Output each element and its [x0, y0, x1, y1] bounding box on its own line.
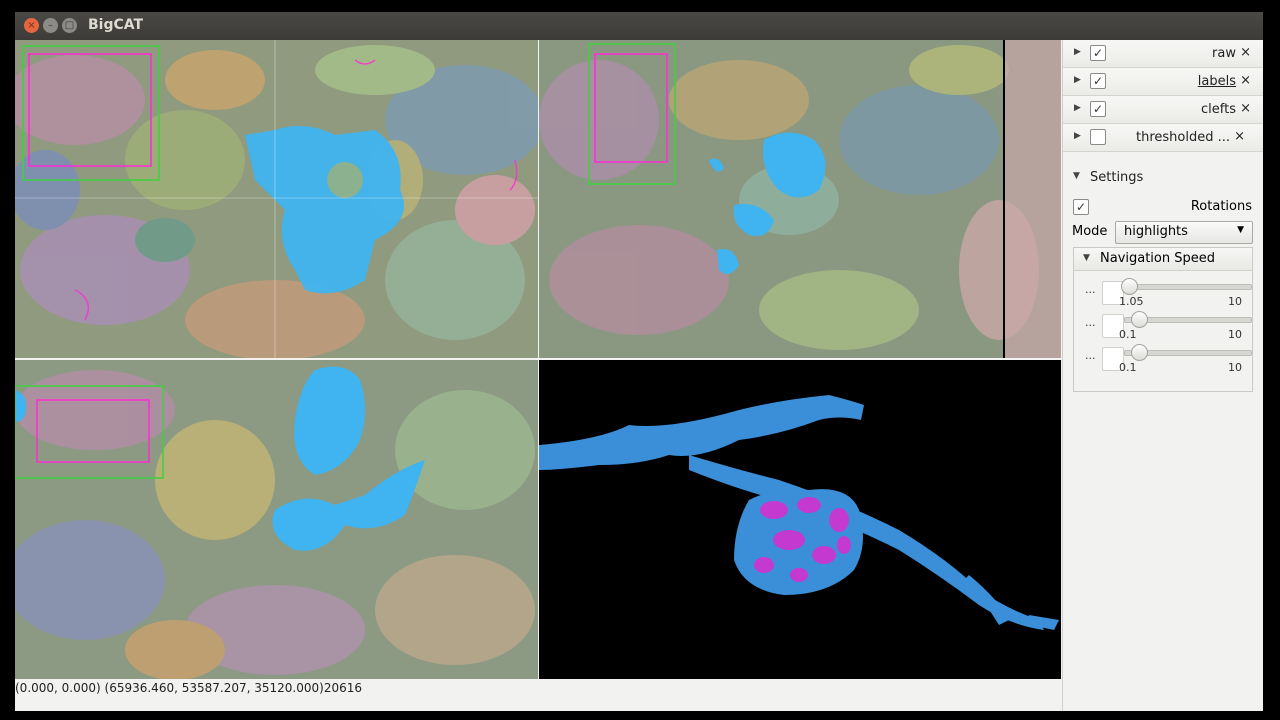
- window-maximize-button[interactable]: □: [62, 18, 77, 33]
- expand-arrow-icon[interactable]: ▶: [1074, 103, 1081, 113]
- slider-thumb[interactable]: [1131, 311, 1148, 328]
- xz-slice-viewer[interactable]: [539, 40, 1061, 358]
- layer-visibility-checkbox[interactable]: [1090, 129, 1106, 145]
- layer-visibility-checkbox[interactable]: ✓: [1090, 73, 1106, 89]
- more-options-icon[interactable]: ···: [1085, 319, 1096, 332]
- remove-layer-icon[interactable]: ×: [1234, 129, 1245, 144]
- window-close-button[interactable]: ×: [24, 18, 39, 33]
- layer-visibility-checkbox[interactable]: ✓: [1090, 45, 1106, 61]
- navigation-speed-panel: ▼ Navigation Speed ··· 1.05 10 ··· 0.1 1…: [1073, 247, 1253, 392]
- title-bar: × – □ BigCAT: [15, 12, 1263, 40]
- speed-slider-row: ··· 0.1 10: [1074, 309, 1252, 341]
- layer-visibility-checkbox[interactable]: ✓: [1090, 101, 1106, 117]
- layer-name: thresholded ...: [1135, 130, 1230, 145]
- slider-min-label: 0.1: [1119, 328, 1137, 341]
- slider-min-label: 0.1: [1119, 361, 1137, 374]
- mode-select[interactable]: highlights ▼: [1115, 221, 1253, 244]
- window-title: BigCAT: [88, 17, 144, 33]
- more-options-icon[interactable]: ···: [1085, 286, 1096, 299]
- expand-arrow-icon[interactable]: ▶: [1074, 75, 1081, 85]
- remove-layer-icon[interactable]: ×: [1240, 45, 1251, 60]
- slider-max-label: 10: [1228, 295, 1242, 308]
- xy-slice-viewer[interactable]: [15, 40, 538, 358]
- neuron-mesh-render: [539, 395, 1059, 630]
- navigation-speed-header[interactable]: ▼ Navigation Speed: [1074, 248, 1252, 271]
- 3d-mesh-viewer[interactable]: [539, 360, 1061, 679]
- em-slice-image: [539, 40, 1061, 358]
- slider-thumb[interactable]: [1131, 344, 1148, 361]
- status-bar-coordinates: (0.000, 0.000) (65936.460, 53587.207, 35…: [15, 681, 362, 695]
- settings-title: Settings: [1090, 170, 1144, 185]
- expand-arrow-icon[interactable]: ▶: [1074, 47, 1081, 57]
- em-slice-image: [15, 360, 538, 679]
- remove-layer-icon[interactable]: ×: [1240, 101, 1251, 116]
- rotations-checkbox[interactable]: ✓: [1073, 199, 1089, 215]
- rotations-label: Rotations: [1190, 199, 1252, 214]
- dropdown-arrow-icon: ▼: [1237, 225, 1244, 235]
- slider-max-label: 10: [1228, 328, 1242, 341]
- mode-value: highlights: [1124, 224, 1188, 239]
- layer-name: clefts: [1201, 102, 1236, 117]
- settings-header[interactable]: ▼ Settings: [1063, 167, 1263, 189]
- side-panel: ▶ ✓ raw × ▶ ✓ labels × ▶ ✓ clefts × ▶ th…: [1062, 40, 1263, 711]
- collapse-arrow-icon[interactable]: ▼: [1083, 253, 1090, 263]
- speed-slider-row: ··· 1.05 10: [1074, 276, 1252, 308]
- speed-slider[interactable]: [1124, 284, 1252, 290]
- collapse-arrow-icon[interactable]: ▼: [1073, 171, 1080, 181]
- layer-row-clefts[interactable]: ▶ ✓ clefts ×: [1063, 96, 1263, 124]
- layer-row-thresholded[interactable]: ▶ thresholded ... ×: [1063, 124, 1263, 152]
- more-options-icon[interactable]: ···: [1085, 352, 1096, 365]
- window-minimize-button[interactable]: –: [43, 18, 58, 33]
- layer-name: raw: [1212, 46, 1236, 61]
- em-slice-image: [15, 40, 538, 358]
- remove-layer-icon[interactable]: ×: [1240, 73, 1251, 88]
- bigcat-window: × – □ BigCAT (0.000, 0.000) (65936.460, …: [15, 12, 1263, 711]
- layer-row-raw[interactable]: ▶ ✓ raw ×: [1063, 40, 1263, 68]
- expand-arrow-icon[interactable]: ▶: [1074, 131, 1081, 141]
- navigation-speed-title: Navigation Speed: [1100, 251, 1216, 266]
- layer-row-labels[interactable]: ▶ ✓ labels ×: [1063, 68, 1263, 96]
- slider-max-label: 10: [1228, 361, 1242, 374]
- speed-slider-row: ··· 0.1 10: [1074, 342, 1252, 374]
- slider-min-label: 1.05: [1119, 295, 1144, 308]
- rotations-row: ✓ Rotations: [1063, 197, 1263, 217]
- slider-thumb[interactable]: [1121, 278, 1138, 295]
- layer-name: labels: [1197, 74, 1236, 89]
- mode-row: Mode highlights ▼: [1063, 221, 1263, 244]
- mode-label: Mode: [1072, 224, 1108, 239]
- yz-slice-viewer[interactable]: [15, 360, 538, 679]
